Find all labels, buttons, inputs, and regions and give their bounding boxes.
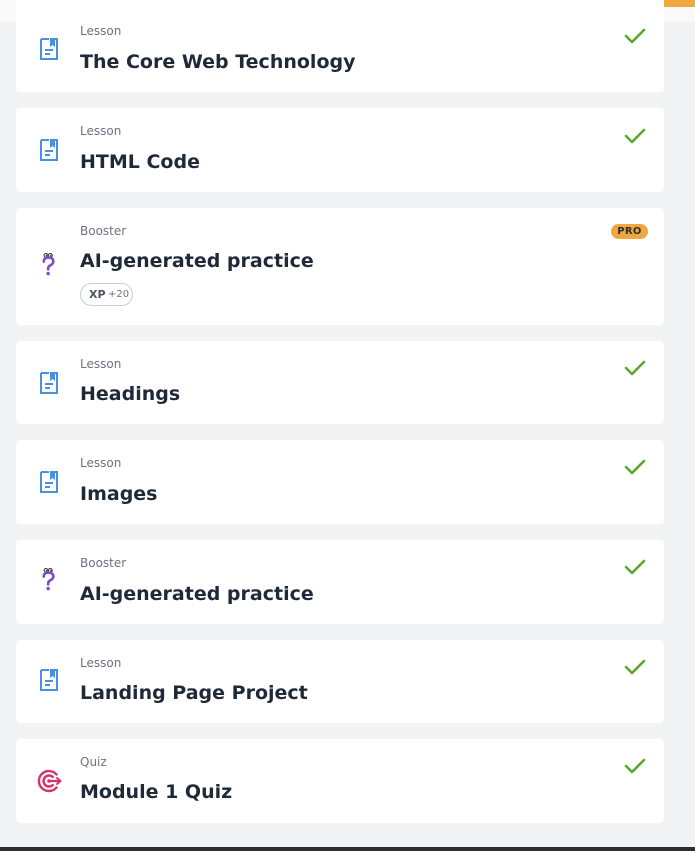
item-title: HTML Code	[80, 151, 200, 173]
item-type-label: Lesson	[80, 456, 122, 470]
item-type-label: Lesson	[80, 124, 122, 138]
lesson-document-icon	[40, 139, 58, 161]
quiz-card[interactable]: Quiz Module 1 Quiz	[16, 739, 664, 823]
completed-check-icon	[624, 659, 646, 675]
target-icon	[37, 769, 62, 793]
xp-amount: +20	[108, 289, 130, 300]
xp-reward-pill: XP +20	[80, 283, 133, 306]
lesson-card[interactable]: Lesson Images	[16, 440, 664, 524]
completed-check-icon	[624, 559, 646, 575]
item-title: AI-generated practice	[80, 583, 314, 605]
completed-check-icon	[624, 128, 646, 144]
item-title: AI-generated practice	[80, 250, 314, 272]
bottom-divider	[0, 847, 695, 851]
item-title: The Core Web Technology	[80, 51, 356, 73]
lesson-document-icon	[40, 669, 58, 691]
item-type-label: Lesson	[80, 24, 122, 38]
pro-badge: PRO	[611, 224, 648, 239]
item-title: Module 1 Quiz	[80, 781, 233, 803]
lesson-card[interactable]: Lesson Landing Page Project	[16, 640, 664, 723]
booster-card[interactable]: Booster AI-generated practice	[16, 540, 664, 624]
lesson-card[interactable]: Lesson HTML Code	[16, 108, 664, 192]
completed-check-icon	[624, 758, 646, 774]
booster-card[interactable]: Booster AI-generated practice PRO XP +20	[16, 208, 664, 325]
lesson-card[interactable]: Lesson The Core Web Technology	[16, 0, 664, 92]
completed-check-icon	[624, 459, 646, 475]
item-type-label: Lesson	[80, 656, 122, 670]
completed-check-icon	[624, 28, 646, 44]
item-type-label: Quiz	[80, 755, 107, 769]
completed-check-icon	[624, 360, 646, 376]
item-type-label: Booster	[80, 556, 127, 570]
module-lesson-list: Lesson The Core Web Technology Lesson HT…	[0, 0, 695, 851]
item-title: Images	[80, 483, 158, 505]
item-type-label: Lesson	[80, 357, 122, 371]
lesson-document-icon	[40, 38, 58, 60]
lesson-document-icon	[40, 471, 58, 493]
question-mark-icon	[42, 253, 55, 276]
question-mark-icon	[42, 568, 55, 591]
lesson-card[interactable]: Lesson Headings	[16, 341, 664, 424]
item-title: Headings	[80, 383, 181, 405]
xp-label: XP	[89, 288, 106, 301]
item-title: Landing Page Project	[80, 682, 308, 704]
item-type-label: Booster	[80, 224, 127, 238]
lesson-document-icon	[40, 372, 58, 394]
